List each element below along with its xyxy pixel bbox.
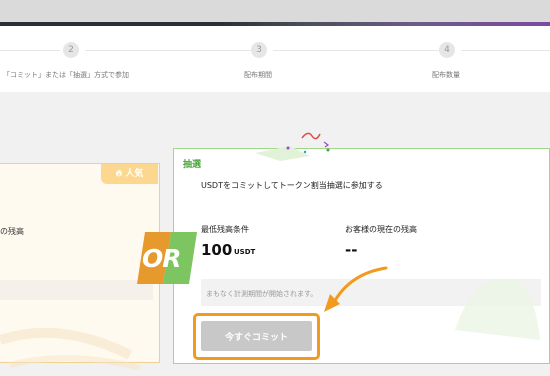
step-connector [273, 50, 439, 51]
lottery-description: USDTをコミットしてトークン割当抽選に参加する [201, 181, 383, 190]
step-connector [0, 50, 60, 51]
pointer-arrow-icon [324, 266, 388, 312]
min-balance-unit: USDT [234, 248, 256, 256]
or-label: OR [142, 244, 182, 273]
top-bar [0, 0, 550, 22]
current-balance-label: お客様の現在の残高 [345, 225, 417, 234]
step-1-label: 「コミット」または「抽選」方式で参加 [3, 71, 129, 79]
fire-icon: 🔥︎ [115, 169, 123, 179]
decorative-swirl [0, 327, 141, 370]
step-3-circle: 3 [251, 42, 267, 58]
popular-badge-label: 人気 [125, 169, 144, 179]
step-3-label: 配布期間 [244, 71, 272, 79]
step-4-circle: 4 [439, 42, 455, 58]
commit-card-balance-label: の残高 [0, 227, 24, 236]
steps-bar: 2 3 4 「コミット」または「抽選」方式で参加 配布期間 配布数量 [0, 26, 550, 92]
notice-text: まもなく計測期間が開始されます。 [206, 290, 318, 298]
step-2-circle: 2 [63, 42, 79, 58]
commit-card-notice [0, 280, 153, 300]
current-balance-value: -- [345, 241, 358, 259]
popular-badge: 🔥︎ 人気 [101, 164, 158, 184]
confetti-decoration [255, 132, 330, 161]
min-balance-label: 最低残高条件 [201, 225, 249, 234]
step-4-label: 配布数量 [432, 71, 460, 79]
watermark-graphic [455, 278, 540, 340]
min-balance-value: 100 [201, 241, 233, 259]
lottery-tab-title: 抽選 [183, 160, 202, 170]
step-connector [461, 50, 550, 51]
commit-now-button[interactable]: 今すぐコミット [201, 321, 312, 351]
step-connector [85, 50, 251, 51]
